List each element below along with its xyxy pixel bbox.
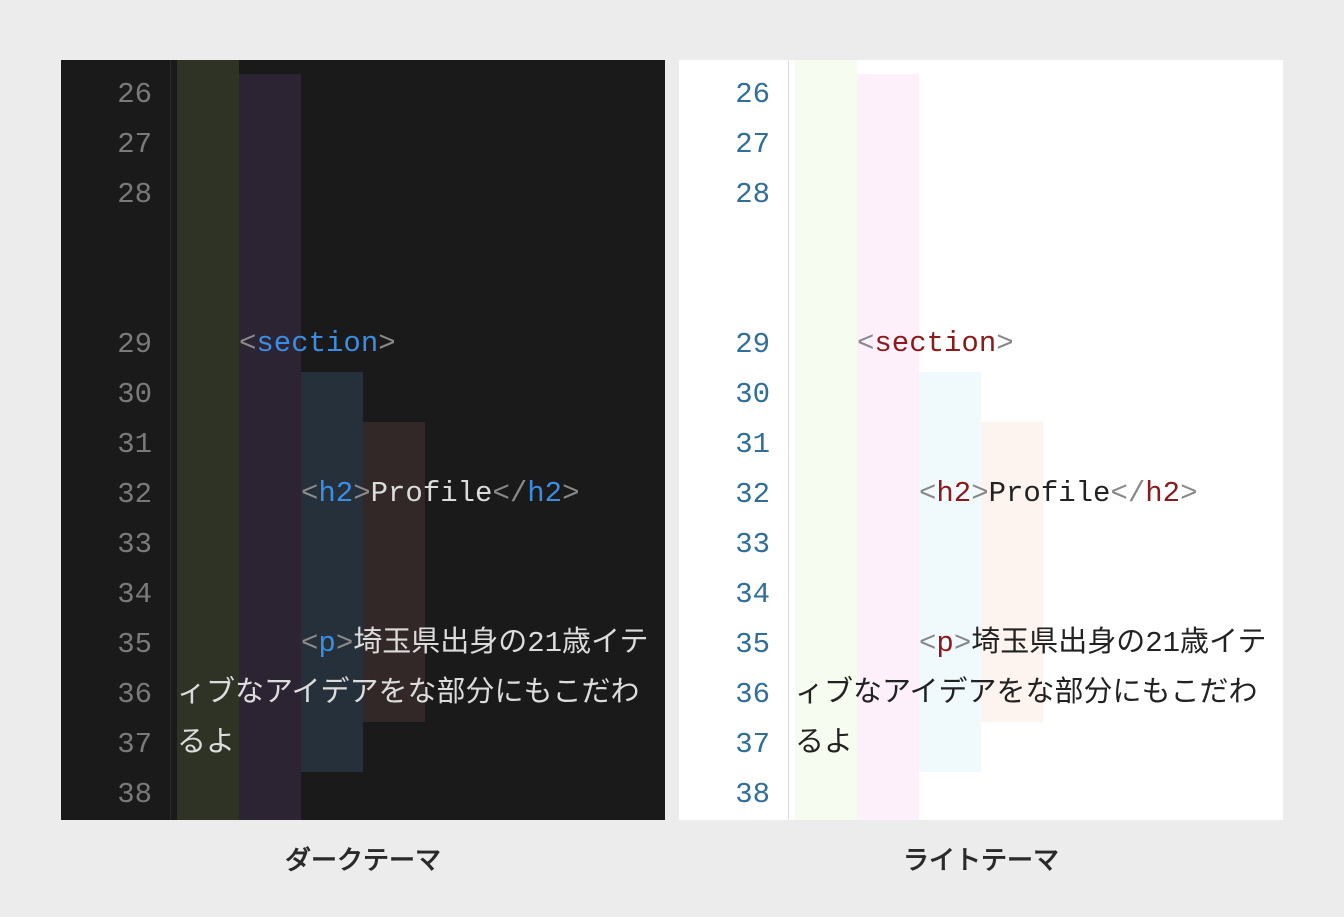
light-gutter: 26 27 28 29 30 31 32 33 34 35 36 37 38 xyxy=(679,60,789,820)
line-number: 31 xyxy=(679,420,770,470)
line-number: 35 xyxy=(679,620,770,670)
line-number: 28 xyxy=(679,170,770,320)
line-number: 32 xyxy=(679,470,770,520)
line-number: 33 xyxy=(679,520,770,570)
code-line: <section> xyxy=(795,319,1283,369)
comparison-container: 26 27 28 29 30 31 32 33 34 35 36 37 38 xyxy=(6,0,1338,917)
line-number: 26 xyxy=(61,70,152,120)
line-number: 36 xyxy=(61,670,152,720)
code-line: <h2>Profile</h2> xyxy=(177,469,665,519)
line-number: 35 xyxy=(61,620,152,670)
light-caption: ライトテーマ xyxy=(679,840,1283,877)
dark-gutter: 26 27 28 29 30 31 32 33 34 35 36 37 38 xyxy=(61,60,171,820)
line-number: 37 xyxy=(679,720,770,770)
line-number: 28 xyxy=(61,170,152,320)
line-number: 33 xyxy=(61,520,152,570)
code-line: <section> xyxy=(177,319,665,369)
light-column: 26 27 28 29 30 31 32 33 34 35 36 37 38 xyxy=(679,60,1283,877)
line-number: 29 xyxy=(61,320,152,370)
code-line: <p>埼玉県出身の21歳イティブなアイデアをな部分にもこだわるよ xyxy=(177,619,665,769)
line-number: 30 xyxy=(679,370,770,420)
line-number: 32 xyxy=(61,470,152,520)
line-number: 34 xyxy=(679,570,770,620)
line-number: 37 xyxy=(61,720,152,770)
light-code-area[interactable]: <section> <h2>Profile</h2> <p>埼玉県出身の21歳イ… xyxy=(789,60,1283,820)
line-number: 31 xyxy=(61,420,152,470)
line-number: 27 xyxy=(679,120,770,170)
dark-editor[interactable]: 26 27 28 29 30 31 32 33 34 35 36 37 38 xyxy=(61,60,665,820)
dark-code-area[interactable]: <section> <h2>Profile</h2> <p>埼玉県出身の21歳イ… xyxy=(171,60,665,820)
light-editor[interactable]: 26 27 28 29 30 31 32 33 34 35 36 37 38 xyxy=(679,60,1283,820)
dark-column: 26 27 28 29 30 31 32 33 34 35 36 37 38 xyxy=(61,60,665,877)
line-number: 34 xyxy=(61,570,152,620)
line-number: 38 xyxy=(679,770,770,820)
line-number: 29 xyxy=(679,320,770,370)
line-number: 27 xyxy=(61,120,152,170)
code-line: <p>埼玉県出身の21歳イティブなアイデアをな部分にもこだわるよ xyxy=(795,619,1283,769)
line-number: 26 xyxy=(679,70,770,120)
dark-caption: ダークテーマ xyxy=(61,840,665,877)
line-number: 38 xyxy=(61,770,152,820)
line-number: 36 xyxy=(679,670,770,720)
line-number: 30 xyxy=(61,370,152,420)
code-line: <h2>Profile</h2> xyxy=(795,469,1283,519)
